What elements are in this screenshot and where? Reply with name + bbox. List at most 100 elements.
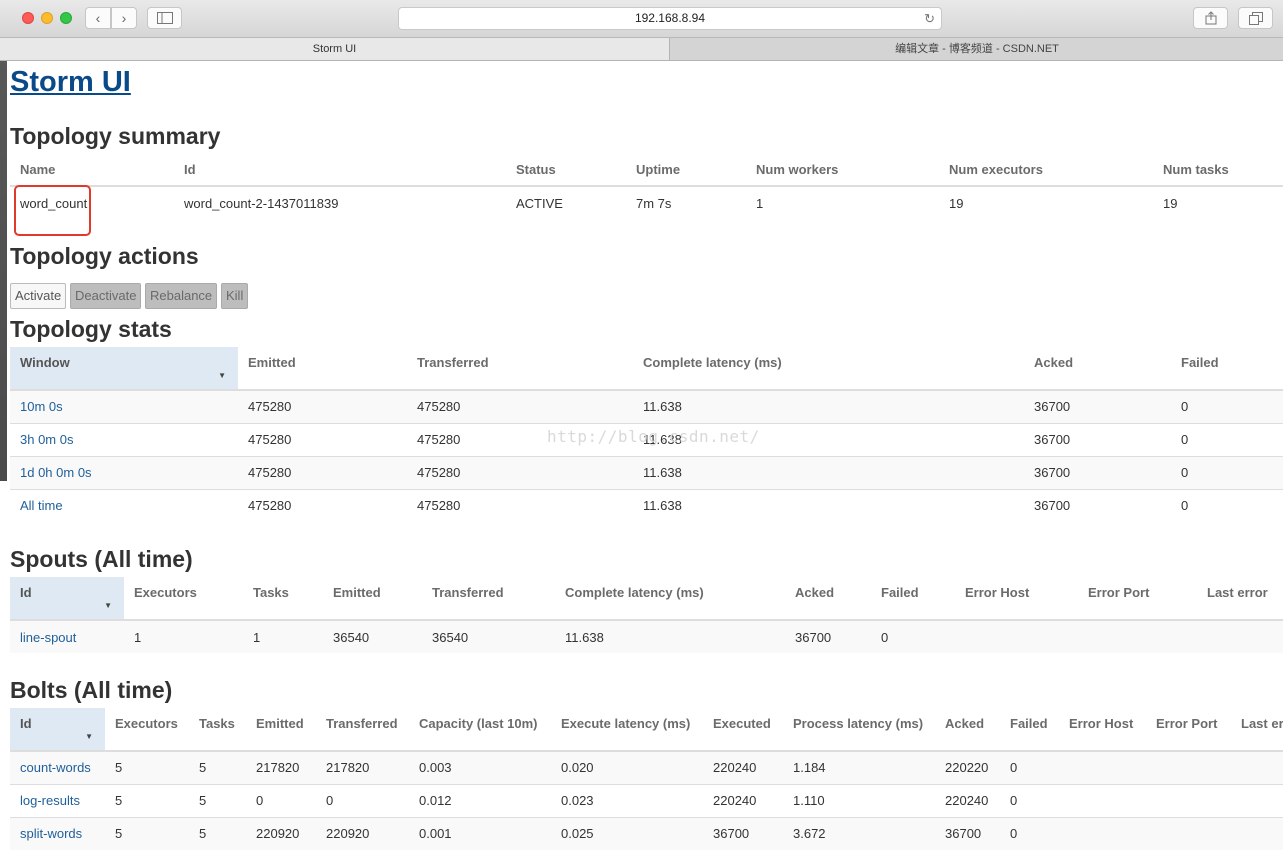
sidebar-toggle-button[interactable] (147, 7, 182, 29)
browser-tabbar: Storm UI 编辑文章 - 博客频道 - CSDN.NET (0, 38, 1283, 61)
col-error-port[interactable]: Error Port (1078, 577, 1197, 621)
col-emitted[interactable]: Emitted (246, 708, 316, 752)
bolt-emitted: 217820 (246, 750, 316, 784)
spout-transferred: 36540 (422, 619, 555, 653)
col-transferred[interactable]: Transferred (422, 577, 555, 621)
col-num-executors[interactable]: Num executors (939, 154, 1153, 187)
minimize-window-button[interactable] (41, 12, 53, 24)
bolt-link[interactable]: count-words (10, 750, 105, 784)
bolt-executors: 5 (105, 816, 189, 850)
page-title[interactable]: Storm UI (10, 66, 131, 99)
back-button[interactable]: ‹ (85, 7, 111, 29)
col-executed[interactable]: Executed (703, 708, 783, 752)
col-executors[interactable]: Executors (124, 577, 243, 621)
col-uptime[interactable]: Uptime (626, 154, 746, 187)
table-row: line-spout 1 1 36540 36540 11.638 36700 … (10, 619, 1283, 653)
table-row: log-results 5 5 0 0 0.012 0.023 220240 1… (10, 783, 1283, 817)
bolt-executed: 220240 (703, 750, 783, 784)
sort-caret-icon: ▼ (218, 371, 226, 380)
window-link[interactable]: All time (10, 488, 238, 522)
spout-latency: 11.638 (555, 619, 785, 653)
bolt-link[interactable]: split-words (10, 816, 105, 850)
share-button[interactable] (1193, 7, 1228, 29)
kill-button[interactable]: Kill (221, 283, 249, 309)
stat-emitted: 475280 (238, 422, 407, 456)
reload-icon[interactable]: ↻ (924, 8, 935, 29)
col-failed[interactable]: Failed (871, 577, 955, 621)
rebalance-button[interactable]: Rebalance (145, 283, 218, 309)
bolts-table: Id ▼ Executors Tasks Emitted Transferred … (10, 708, 1283, 850)
window-link[interactable]: 10m 0s (10, 389, 238, 423)
col-num-workers[interactable]: Num workers (746, 154, 939, 187)
bolt-executors: 5 (105, 750, 189, 784)
col-tasks[interactable]: Tasks (189, 708, 246, 752)
col-acked[interactable]: Acked (785, 577, 871, 621)
spout-tasks: 1 (243, 619, 323, 653)
address-bar[interactable]: 192.168.8.94 ↻ (398, 7, 942, 30)
col-num-tasks[interactable]: Num tasks (1153, 154, 1283, 187)
col-execute-latency[interactable]: Execute latency (ms) (551, 708, 703, 752)
col-process-latency[interactable]: Process latency (ms) (783, 708, 935, 752)
topology-summary-heading: Topology summary (10, 123, 221, 149)
col-acked[interactable]: Acked (1024, 347, 1171, 391)
bolt-process-latency: 3.672 (783, 816, 935, 850)
spout-error-host (955, 619, 1078, 653)
col-id[interactable]: Id ▼ (10, 577, 124, 621)
col-capacity[interactable]: Capacity (last 10m) (409, 708, 551, 752)
tab-storm-ui[interactable]: Storm UI (0, 38, 670, 60)
bolt-transferred: 217820 (316, 750, 409, 784)
bolt-transferred: 0 (316, 783, 409, 817)
col-status[interactable]: Status (506, 154, 626, 187)
col-error-host[interactable]: Error Host (955, 577, 1078, 621)
col-complete-latency[interactable]: Complete latency (ms) (633, 347, 1024, 391)
col-tasks[interactable]: Tasks (243, 577, 323, 621)
bolt-process-latency: 1.184 (783, 750, 935, 784)
bolt-transferred: 220920 (316, 816, 409, 850)
col-acked[interactable]: Acked (935, 708, 1000, 752)
chevron-right-icon: › (121, 10, 127, 26)
close-window-button[interactable] (22, 12, 34, 24)
col-error-host[interactable]: Error Host (1059, 708, 1146, 752)
col-transferred[interactable]: Transferred (407, 347, 633, 391)
spout-link[interactable]: line-spout (10, 619, 124, 653)
col-emitted[interactable]: Emitted (323, 577, 422, 621)
col-complete-latency[interactable]: Complete latency (ms) (555, 577, 785, 621)
bolt-executors: 5 (105, 783, 189, 817)
show-tabs-button[interactable] (1238, 7, 1273, 29)
topology-uptime: 7m 7s (626, 185, 746, 219)
col-executors[interactable]: Executors (105, 708, 189, 752)
chevron-left-icon: ‹ (95, 10, 101, 26)
annotation-highlight-box (14, 185, 91, 236)
tabs-icon (1248, 12, 1263, 25)
bolt-failed: 0 (1000, 816, 1059, 850)
window-link[interactable]: 3h 0m 0s (10, 422, 238, 456)
forward-button[interactable]: › (111, 7, 137, 29)
spout-emitted: 36540 (323, 619, 422, 653)
col-failed[interactable]: Failed (1171, 347, 1283, 391)
col-failed[interactable]: Failed (1000, 708, 1059, 752)
window-link[interactable]: 1d 0h 0m 0s (10, 455, 238, 489)
deactivate-button[interactable]: Deactivate (70, 283, 142, 309)
col-name[interactable]: Name (10, 154, 174, 187)
zoom-window-button[interactable] (60, 12, 72, 24)
bolt-error-port (1146, 816, 1231, 850)
col-last-error[interactable]: Last error (1197, 577, 1283, 621)
bolt-capacity: 0.012 (409, 783, 551, 817)
share-icon (1205, 11, 1216, 25)
bolt-execute-latency: 0.020 (551, 750, 703, 784)
col-transferred[interactable]: Transferred (316, 708, 409, 752)
tab-csdn[interactable]: 编辑文章 - 博客频道 - CSDN.NET (671, 38, 1283, 60)
col-id[interactable]: Id ▼ (10, 708, 105, 752)
bolt-emitted: 0 (246, 783, 316, 817)
col-last-error[interactable]: Last er (1231, 708, 1283, 752)
stat-emitted: 475280 (238, 389, 407, 423)
spout-error-port (1078, 619, 1197, 653)
bolt-link[interactable]: log-results (10, 783, 105, 817)
col-emitted[interactable]: Emitted (238, 347, 407, 391)
bolt-capacity: 0.003 (409, 750, 551, 784)
col-error-port[interactable]: Error Port (1146, 708, 1231, 752)
activate-button[interactable]: Activate (10, 283, 67, 309)
col-id[interactable]: Id (174, 154, 506, 187)
col-window[interactable]: Window ▼ (10, 347, 238, 391)
bolt-process-latency: 1.110 (783, 783, 935, 817)
